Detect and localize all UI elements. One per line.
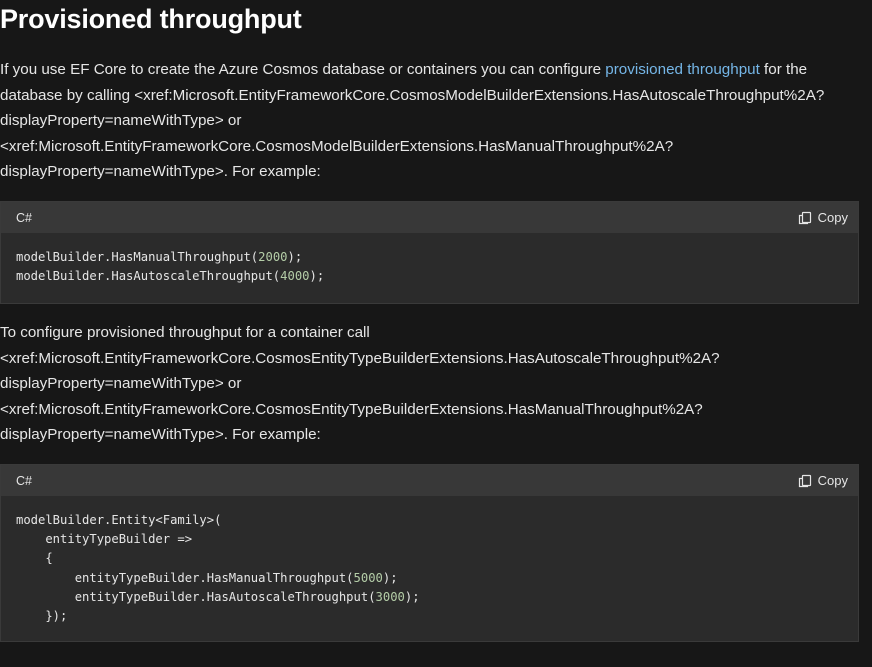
intro-paragraph: If you use EF Core to create the Azure C… (0, 57, 872, 185)
copy-label: Copy (817, 473, 848, 488)
code-text: entityTypeBuilder => (16, 532, 193, 547)
paragraph-line: displayProperty=nameWithType>. For examp… (0, 163, 321, 181)
code-block-container: C# Copy modelBuilder.Entity<Family>( ent… (0, 464, 859, 642)
paragraph-line: To configure provisioned throughput for … (0, 324, 370, 341)
number-literal: 2000 (258, 250, 288, 264)
code-text: ); (309, 269, 325, 284)
page-title: Provisioned throughput (0, 4, 302, 34)
code-text: entityTypeBuilder.HasAutoscaleThroughput… (16, 589, 376, 604)
code-text: ); (382, 570, 398, 585)
code-block-database: C# Copy modelBuilder.HasManualThroughput… (0, 201, 859, 304)
container-paragraph: To configure provisioned throughput for … (0, 320, 872, 448)
code-text: }); (16, 609, 68, 624)
copy-icon (798, 474, 812, 488)
code-content: modelBuilder.Entity<Family>( entityTypeB… (1, 496, 858, 626)
code-text: modelBuilder.HasAutoscaleThroughput( (16, 269, 281, 284)
paragraph-line: displayProperty=nameWithType> or (0, 112, 242, 130)
number-literal: 5000 (353, 570, 383, 585)
copy-icon (798, 211, 812, 225)
text-span: If you use EF Core to create the Azure C… (0, 61, 606, 78)
number-literal: 3000 (375, 589, 405, 604)
paragraph-line: database by calling <xref:Microsoft.Enti… (0, 86, 825, 104)
paragraph-line: <xref:Microsoft.EntityFrameworkCore.Cosm… (0, 137, 674, 155)
paragraph-line: If you use EF Core to create the Azure C… (0, 57, 872, 83)
code-text: modelBuilder.Entity<Family>( (16, 513, 222, 527)
paragraph-line: <xref:Microsoft.EntityFrameworkCore.Cosm… (0, 400, 703, 418)
number-literal: 4000 (280, 269, 310, 284)
copy-label: Copy (817, 210, 848, 225)
code-content: modelBuilder.HasManualThroughput(2000); … (1, 233, 858, 286)
code-text: ); (404, 589, 420, 604)
text-span: for the (759, 61, 808, 78)
code-language-label: C# (16, 473, 32, 488)
provisioned-throughput-link[interactable]: provisioned throughput (605, 61, 760, 78)
code-text: modelBuilder.HasManualThroughput( (16, 250, 259, 264)
code-header: C# Copy (1, 202, 858, 233)
code-text: { (16, 551, 53, 566)
code-language-label: C# (16, 210, 32, 225)
paragraph-line: <xref:Microsoft.EntityFrameworkCore.Cosm… (0, 349, 720, 367)
code-text: entityTypeBuilder.HasManualThroughput( (16, 570, 354, 585)
code-header: C# Copy (1, 465, 858, 496)
paragraph-line: displayProperty=nameWithType> or (0, 375, 242, 393)
copy-button[interactable]: Copy (798, 210, 848, 225)
code-text: ); (287, 250, 303, 264)
paragraph-line: displayProperty=nameWithType>. For examp… (0, 426, 321, 444)
copy-button[interactable]: Copy (798, 473, 848, 488)
